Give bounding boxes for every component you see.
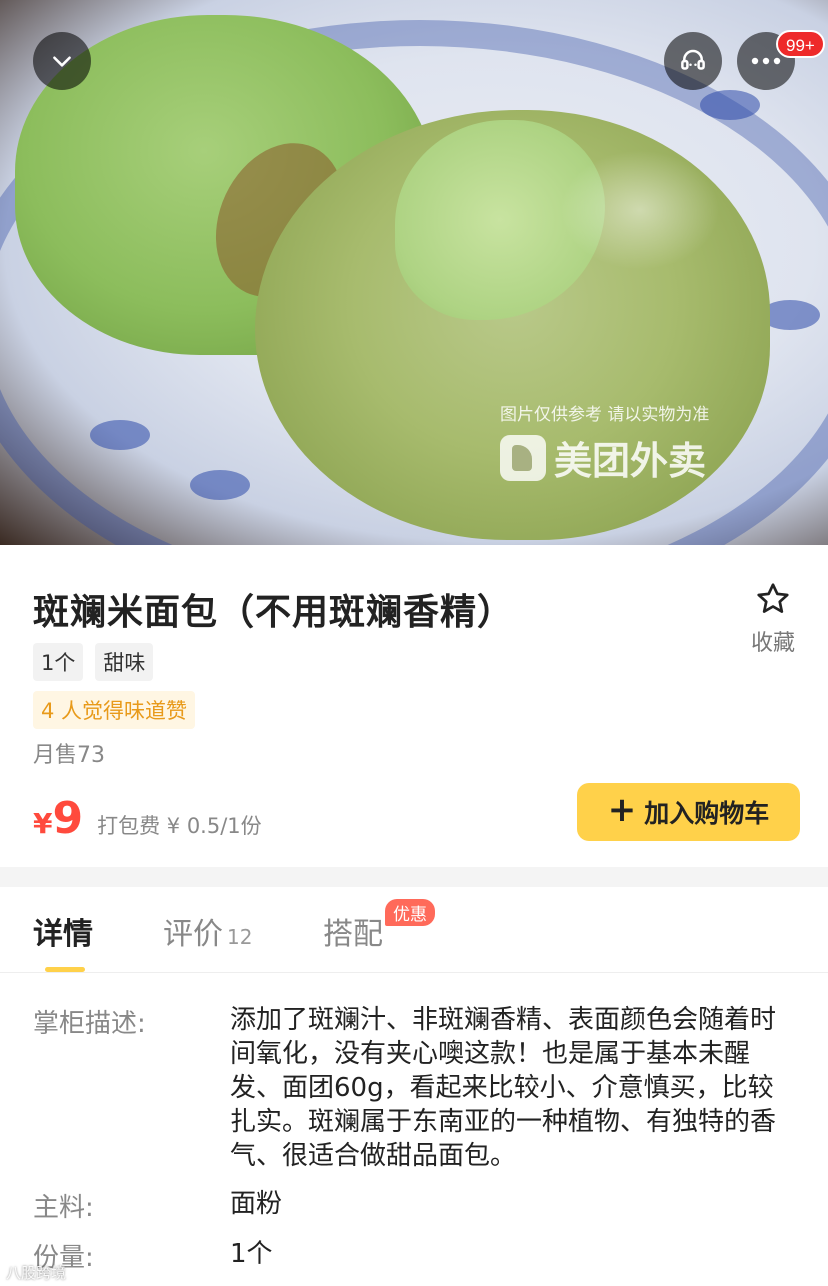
tab-review[interactable]: 评价 12 — [163, 909, 252, 953]
price-row: ¥ 9 打包费 ¥ 0.5/1份 — [33, 793, 262, 844]
tab-detail[interactable]: 详情 — [33, 909, 93, 953]
image-disclaimer: 图片仅供参考 请以实物为准 — [500, 405, 710, 425]
ingredient-label: 主料: — [33, 1193, 94, 1223]
meituan-logo-icon — [500, 434, 546, 481]
favorite-button[interactable]: 收藏 — [745, 581, 801, 657]
price-value: 9 — [52, 793, 84, 844]
portion-value: 1个 — [230, 1239, 273, 1269]
add-to-cart-label: 加入购物车 — [644, 799, 770, 828]
powdered-sugar — [560, 150, 720, 270]
review-count: 12 — [227, 925, 253, 949]
price-symbol: ¥ — [33, 807, 53, 840]
more-dots-icon — [751, 57, 781, 65]
chevron-down-icon — [53, 56, 71, 67]
customer-service-button[interactable] — [664, 32, 722, 90]
plate-pattern — [90, 420, 150, 450]
plate-pattern — [700, 90, 760, 120]
favorite-label: 收藏 — [750, 631, 795, 656]
monthly-sales: 月售73 — [33, 743, 105, 768]
product-tags: 1个 甜味 — [33, 643, 154, 681]
tab-detail-label: 详情 — [33, 917, 93, 952]
description-value: 添加了斑斓汁、非斑斓香精、表面颜色会随着时间氧化，没有夹心噢这款！也是属于基本未… — [230, 1005, 777, 1171]
headset-icon — [681, 49, 705, 70]
brand-watermark: 美团外卖 — [500, 430, 706, 485]
source-watermark: 八股跨境 — [6, 1264, 67, 1282]
collapse-button[interactable] — [33, 32, 91, 90]
description-label: 掌柜描述: — [33, 1009, 146, 1039]
praise-badge: 4 人觉得味道赞 — [33, 691, 196, 729]
ingredient-value: 面粉 — [230, 1189, 283, 1219]
tab-match[interactable]: 搭配 — [323, 909, 383, 953]
tab-match-label: 搭配 — [323, 917, 383, 952]
tag-flavor: 甜味 — [95, 643, 154, 681]
packaging-fee: 打包费 ¥ 0.5/1份 — [97, 814, 262, 838]
product-info-card: 斑斓米面包（不用斑斓香精） 收藏 1个 甜味 4 人觉得味道赞 月售73 ¥ 9… — [0, 545, 828, 867]
tag-quantity: 1个 — [33, 643, 84, 681]
star-icon — [757, 583, 789, 613]
product-title: 斑斓米面包（不用斑斓香精） — [33, 592, 515, 633]
brand-watermark-text: 美团外卖 — [554, 439, 707, 483]
active-tab-indicator — [45, 967, 85, 972]
product-image[interactable]: 图片仅供参考 请以实物为准 美团外卖 99+ — [0, 0, 828, 545]
message-count-badge: 99+ — [776, 30, 825, 58]
product-details: 掌柜描述: 添加了斑斓汁、非斑斓香精、表面颜色会随着时间氧化，没有夹心噢这款！也… — [0, 973, 828, 1286]
plus-icon: + — [607, 790, 637, 830]
promo-badge: 优惠 — [385, 899, 435, 926]
plate-pattern — [190, 470, 250, 500]
detail-tabs: 详情 评价 12 搭配 优惠 — [0, 887, 828, 973]
add-to-cart-button[interactable]: + 加入购物车 — [577, 783, 800, 841]
tab-review-label: 评价 — [163, 917, 223, 952]
